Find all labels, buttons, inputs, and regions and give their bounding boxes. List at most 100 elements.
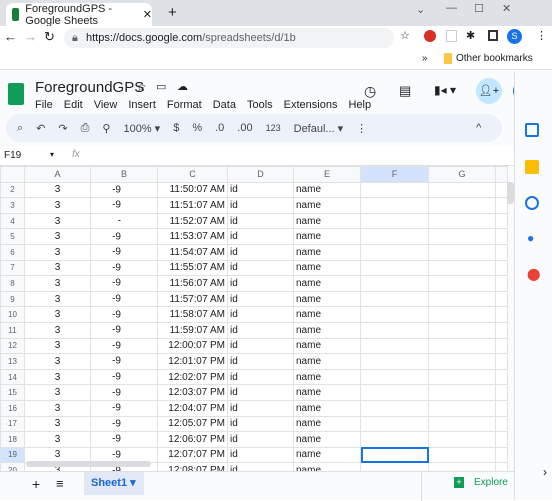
cell-h[interactable] bbox=[495, 415, 508, 433]
sheet-tab[interactable]: Sheet1 ▾ bbox=[84, 472, 144, 495]
collapse-toolbar-icon[interactable]: ^ bbox=[476, 122, 481, 134]
cell-g[interactable] bbox=[428, 321, 496, 339]
menu-file[interactable]: File bbox=[35, 99, 53, 111]
cell-e[interactable]: name bbox=[293, 212, 361, 230]
comments-icon[interactable]: ▤ bbox=[399, 83, 411, 99]
cell-a[interactable]: 3 bbox=[24, 431, 91, 448]
cell-e[interactable]: name bbox=[293, 399, 361, 417]
back-icon[interactable]: ← bbox=[4, 29, 17, 44]
cell-f[interactable] bbox=[360, 353, 429, 370]
cell-c[interactable]: 11:57:07 AM bbox=[157, 290, 228, 308]
cell-f[interactable] bbox=[360, 384, 429, 401]
cell-d[interactable]: id bbox=[227, 197, 294, 214]
cell-h[interactable] bbox=[495, 321, 508, 339]
chevron-down-icon[interactable]: ▾ bbox=[50, 150, 54, 159]
cell-c[interactable]: 11:55:07 AM bbox=[157, 259, 228, 277]
adblock-icon[interactable] bbox=[424, 30, 436, 42]
row-header[interactable]: 10 bbox=[0, 306, 25, 323]
maps-icon[interactable]: ⬤ bbox=[527, 267, 540, 281]
cell-h[interactable] bbox=[495, 228, 508, 245]
menu-help[interactable]: Help bbox=[348, 99, 371, 111]
menu-insert[interactable]: Insert bbox=[128, 99, 156, 111]
currency-button[interactable]: $ bbox=[173, 122, 179, 134]
cell-a[interactable]: 3 bbox=[24, 321, 91, 339]
row-header[interactable]: 6 bbox=[0, 243, 25, 261]
cell-b[interactable]: -9 bbox=[90, 306, 158, 323]
vertical-scrollbar[interactable] bbox=[507, 182, 514, 204]
row-header[interactable]: 11 bbox=[0, 321, 25, 339]
cell-f[interactable] bbox=[360, 290, 429, 308]
cell-b[interactable]: -9 bbox=[90, 181, 158, 199]
row-header[interactable]: 9 bbox=[0, 290, 25, 308]
browser-tab[interactable]: ForegroundGPS - Google Sheets ✕ bbox=[6, 3, 152, 27]
formula-input[interactable] bbox=[90, 148, 510, 163]
cell-b[interactable]: -9 bbox=[90, 290, 158, 308]
cell-b[interactable]: -9 bbox=[90, 353, 158, 370]
cell-h[interactable] bbox=[495, 306, 508, 323]
cell-g[interactable] bbox=[428, 243, 496, 261]
cell-b[interactable]: -9 bbox=[90, 415, 158, 433]
other-bookmarks[interactable]: Other bookmarks bbox=[456, 53, 533, 64]
move-folder-icon[interactable]: ▭ bbox=[156, 80, 166, 93]
cell-g[interactable] bbox=[428, 290, 496, 308]
menu-extensions[interactable]: Extensions bbox=[284, 99, 338, 111]
contacts-icon[interactable]: ● bbox=[527, 231, 534, 245]
tasks-icon[interactable] bbox=[525, 196, 539, 210]
cell-c[interactable]: 11:58:07 AM bbox=[157, 306, 228, 323]
column-header-f[interactable]: F bbox=[360, 166, 429, 183]
cell-c[interactable]: 12:07:07 PM bbox=[157, 446, 228, 464]
cell-b[interactable]: -9 bbox=[90, 431, 158, 448]
cell-f[interactable] bbox=[360, 181, 429, 199]
column-header-a[interactable]: A bbox=[24, 166, 91, 183]
selected-cell-f19[interactable] bbox=[360, 446, 429, 464]
undo-icon[interactable]: ↶ bbox=[36, 122, 45, 135]
cell-a[interactable]: 3 bbox=[24, 415, 91, 433]
menu-view[interactable]: View bbox=[94, 99, 118, 111]
cell-g[interactable] bbox=[428, 228, 496, 245]
side-panel-icon[interactable] bbox=[488, 30, 498, 41]
cell-e[interactable]: name bbox=[293, 321, 361, 339]
close-tab-icon[interactable]: ✕ bbox=[143, 8, 152, 21]
reload-icon[interactable]: ↻ bbox=[44, 29, 55, 45]
chevron-double-right-icon[interactable]: » bbox=[422, 53, 428, 64]
row-header[interactable]: 15 bbox=[0, 384, 25, 401]
row-header[interactable]: 4 bbox=[0, 212, 25, 230]
maximize-button[interactable]: ☐ bbox=[474, 2, 484, 15]
cell-c[interactable]: 11:50:07 AM bbox=[157, 181, 228, 199]
cell-e[interactable]: name bbox=[293, 275, 361, 292]
cell-h[interactable] bbox=[495, 259, 508, 277]
cell-a[interactable]: 3 bbox=[24, 275, 91, 292]
show-side-panel-icon[interactable]: › bbox=[543, 465, 547, 479]
cell-e[interactable]: name bbox=[293, 384, 361, 401]
row-header[interactable]: 13 bbox=[0, 353, 25, 370]
cell-b[interactable]: -9 bbox=[90, 384, 158, 401]
cell-a[interactable]: 3 bbox=[24, 212, 91, 230]
forward-icon[interactable]: → bbox=[24, 29, 37, 44]
row-header[interactable]: 18 bbox=[0, 431, 25, 448]
cell-g[interactable] bbox=[428, 353, 496, 370]
row-header[interactable]: 14 bbox=[0, 368, 25, 386]
column-header-b[interactable]: B bbox=[90, 166, 158, 183]
cell-e[interactable]: name bbox=[293, 306, 361, 323]
cell-d[interactable]: id bbox=[227, 243, 294, 261]
column-header-c[interactable]: C bbox=[157, 166, 228, 183]
menu-edit[interactable]: Edit bbox=[64, 99, 83, 111]
cell-a[interactable]: 3 bbox=[24, 181, 91, 199]
cell-d[interactable]: id bbox=[227, 446, 294, 464]
menu-format[interactable]: Format bbox=[167, 99, 202, 111]
cell-f[interactable] bbox=[360, 197, 429, 214]
cell-c[interactable]: 11:51:07 AM bbox=[157, 197, 228, 214]
cloud-saved-icon[interactable]: ☁ bbox=[177, 80, 188, 93]
cell-g[interactable] bbox=[428, 368, 496, 386]
cell-d[interactable]: id bbox=[227, 259, 294, 277]
zoom-select[interactable]: 100% ▾ bbox=[123, 122, 160, 135]
row-header[interactable]: 16 bbox=[0, 399, 25, 417]
cell-g[interactable] bbox=[428, 446, 496, 464]
row-header[interactable]: 12 bbox=[0, 337, 25, 355]
cell-h[interactable] bbox=[495, 337, 508, 355]
cell-e[interactable]: name bbox=[293, 290, 361, 308]
cell-d[interactable]: id bbox=[227, 275, 294, 292]
cell-d[interactable]: id bbox=[227, 368, 294, 386]
document-title[interactable]: ForegroundGPS bbox=[35, 79, 144, 96]
version-history-icon[interactable]: ◷ bbox=[364, 83, 376, 100]
